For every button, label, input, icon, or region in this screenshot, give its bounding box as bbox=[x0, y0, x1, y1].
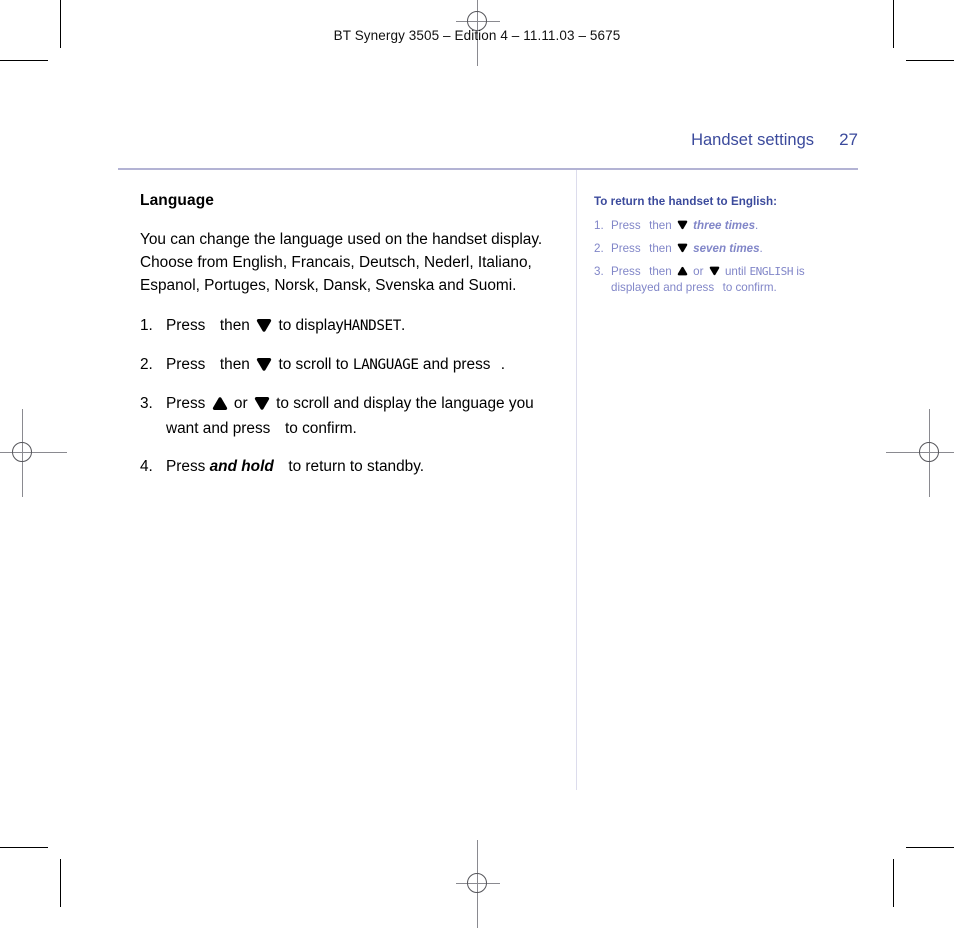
step-item: 3. Press or to scroll and display the la… bbox=[140, 391, 560, 443]
down-arrow-icon bbox=[256, 357, 272, 372]
step-text: . bbox=[755, 219, 759, 232]
crop-mark-bottom-right-horizontal bbox=[906, 847, 954, 848]
step-item: 4. Press and hold ✘ to return to standby… bbox=[140, 454, 560, 481]
page-title: Handset settings bbox=[691, 131, 814, 149]
step-emphasis: seven times bbox=[693, 242, 760, 255]
step-number: 1. bbox=[594, 219, 604, 232]
step-text: Press bbox=[611, 242, 641, 255]
step-number: 2. bbox=[594, 242, 604, 255]
down-arrow-icon bbox=[254, 396, 270, 411]
step-text: then bbox=[219, 317, 250, 334]
step-text: to display bbox=[278, 317, 344, 334]
sidebar-step-item: 1. Press ✔ then three times. bbox=[594, 219, 759, 235]
instruction-steps: 1. Press ✔ then to displayHANDSET. 2. Pr… bbox=[140, 313, 560, 481]
up-arrow-icon bbox=[677, 266, 688, 276]
step-number: 3. bbox=[594, 265, 604, 278]
step-text: Press bbox=[166, 317, 206, 334]
step-text: Press bbox=[166, 356, 206, 373]
registration-mark-right-center bbox=[886, 409, 954, 497]
page-header: Handset settings 27 bbox=[118, 130, 858, 150]
sidebar-heading: To return the handset to English: bbox=[594, 195, 778, 208]
section-heading: Language bbox=[140, 192, 215, 209]
step-text: Press bbox=[611, 219, 641, 232]
step-text: to scroll to bbox=[278, 356, 349, 373]
registration-mark-circle bbox=[467, 873, 487, 893]
step-number: 3. bbox=[140, 395, 153, 412]
step-text: Press bbox=[166, 395, 206, 412]
crop-mark-top-right-horizontal bbox=[906, 60, 954, 61]
page-number: 27 bbox=[839, 130, 858, 149]
step-text: and press bbox=[422, 356, 491, 373]
step-text: or bbox=[693, 265, 704, 278]
step-item: 1. Press ✔ then to displayHANDSET. bbox=[140, 313, 560, 340]
step-text: . bbox=[401, 317, 406, 334]
step-emphasis: three times bbox=[693, 219, 756, 232]
registration-mark-left-center bbox=[0, 409, 67, 497]
step-emphasis: and hold bbox=[209, 458, 274, 475]
step-text: . bbox=[759, 242, 763, 255]
lcd-display-text: LANGUAGE bbox=[352, 357, 419, 373]
main-column: Language You can change the language use… bbox=[140, 192, 560, 492]
step-text: to return to standby. bbox=[288, 458, 425, 475]
lcd-display-text: HANDSET bbox=[343, 318, 401, 334]
crop-mark-bottom-left-horizontal bbox=[0, 847, 48, 848]
step-text: Press bbox=[611, 265, 641, 278]
column-divider bbox=[576, 170, 577, 790]
crop-mark-bottom-right-vertical bbox=[893, 859, 894, 907]
step-number: 2. bbox=[140, 356, 153, 373]
sidebar-steps: 1. Press ✔ then three times. 2. Press ✔ … bbox=[594, 218, 844, 297]
intro-paragraph: You can change the language used on the … bbox=[140, 231, 543, 294]
step-text: then bbox=[649, 242, 672, 255]
up-arrow-icon bbox=[212, 396, 228, 411]
sidebar-column: To return the handset to English: 1. Pre… bbox=[594, 195, 844, 303]
running-head: BT Synergy 3505 – Edition 4 – 11.11.03 –… bbox=[333, 28, 621, 43]
lcd-display-text: ENGLISH bbox=[749, 265, 794, 278]
crop-mark-bottom-left-vertical bbox=[60, 859, 61, 907]
sidebar-step-item: 2. Press ✔ then seven times. bbox=[594, 242, 763, 258]
down-arrow-icon bbox=[709, 266, 720, 276]
sidebar-step-item: 3. Press ✔ then or until ENGLISH is disp… bbox=[594, 265, 805, 297]
step-text: then bbox=[219, 356, 250, 373]
step-number: 1. bbox=[140, 317, 153, 334]
step-number: 4. bbox=[140, 458, 153, 475]
step-text: then bbox=[649, 265, 672, 278]
crop-mark-top-left-horizontal bbox=[0, 60, 48, 61]
down-arrow-icon bbox=[677, 243, 688, 253]
registration-mark-circle bbox=[919, 442, 939, 462]
step-text: Press bbox=[166, 458, 206, 475]
step-text: then bbox=[649, 219, 672, 232]
step-text: until bbox=[724, 265, 747, 278]
step-item: 2. Press ✔ then to scroll to LANGUAGE an… bbox=[140, 352, 560, 379]
step-text: to confirm. bbox=[284, 420, 357, 437]
step-text: or bbox=[233, 395, 248, 412]
down-arrow-icon bbox=[256, 318, 272, 333]
registration-mark-circle bbox=[12, 442, 32, 462]
header-rule bbox=[118, 168, 858, 170]
step-text: to confirm. bbox=[722, 281, 777, 294]
registration-mark-horizontal-line bbox=[0, 452, 67, 453]
registration-mark-bottom-center bbox=[456, 840, 500, 928]
down-arrow-icon bbox=[677, 220, 688, 230]
